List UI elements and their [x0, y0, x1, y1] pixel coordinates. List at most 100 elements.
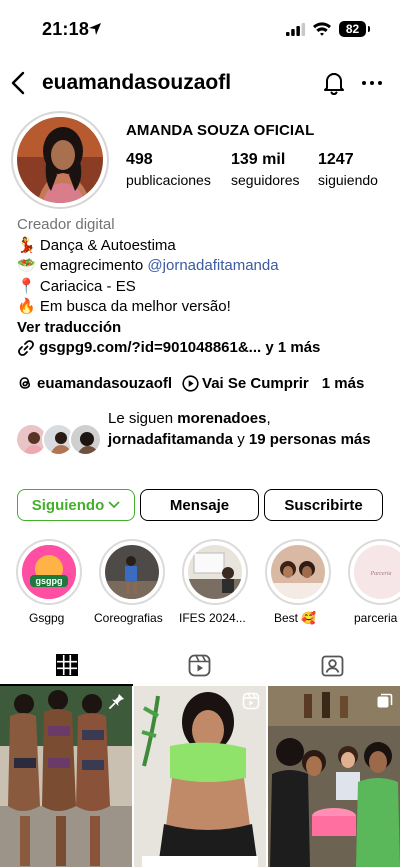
dancer-icon: 💃: [17, 236, 36, 254]
tab-tagged[interactable]: [266, 644, 399, 686]
profile-avatar-ring[interactable]: [11, 111, 109, 209]
battery-indicator: 82: [339, 21, 370, 37]
back-chevron-icon[interactable]: [8, 70, 30, 96]
display-name: AMANDA SOUZA OFICIAL: [126, 122, 315, 139]
reel-icon: [242, 692, 260, 710]
status-bar: 21:18 82: [0, 0, 400, 58]
mutual-name-1: morenadoes: [177, 410, 267, 427]
highlight-ring: [265, 539, 331, 605]
threads-handle[interactable]: euamandasouzaofl: [37, 375, 172, 392]
mutual-name-2: jornadafitamanda: [108, 431, 234, 448]
tab-posts[interactable]: [0, 644, 133, 686]
highlight-label: Gsgpg: [29, 611, 65, 625]
bio-mention-link[interactable]: @jornadafitamanda: [147, 257, 278, 274]
bio-line-2-text: emagrecimento: [39, 257, 148, 274]
mutual-count: 19 personas más: [248, 431, 371, 448]
avatar: [69, 423, 102, 456]
bio-line-1: 💃 Dança & Autoestima: [17, 236, 387, 257]
threads-reel-title[interactable]: Vai Se Cumprir: [202, 375, 309, 392]
bio-link[interactable]: gsgpg9.com/?id=901048861&... y 1 más: [17, 338, 387, 359]
play-circle-icon: [182, 374, 199, 392]
highlight-cover: Parceria: [354, 545, 400, 599]
notification-bell-icon[interactable]: [321, 70, 347, 96]
highlight-label: Best 🥰: [274, 611, 317, 625]
fire-icon: 🔥: [17, 298, 36, 315]
followers-count: 139 mil: [231, 151, 286, 168]
highlight-ifes-2024[interactable]: IFES 2024...: [179, 539, 250, 625]
highlight-gsgpg[interactable]: gsgpg Gsgpg: [16, 539, 84, 625]
mutual-followers[interactable]: Le siguen morenadoes, jornadafitamanda y…: [15, 408, 387, 470]
mutual-mid: y: [233, 431, 249, 448]
mutual-followers-text: Le siguen morenadoes, jornadafitamanda y…: [108, 408, 388, 450]
bio-link-url: gsgpg9.com/?id=901048861&...: [39, 339, 262, 356]
highlight-parceria[interactable]: Parceria parceria: [348, 539, 400, 625]
bio-line-3: 📍 Cariacica - ES: [17, 277, 387, 298]
location-pin-icon: 📍: [17, 277, 36, 295]
grid-icon: [55, 654, 78, 676]
highlight-ring: [99, 539, 165, 605]
profile-bio: Creador digital 💃 Dança & Autoestima 🥗 e…: [17, 215, 387, 359]
following-count: 1247: [318, 151, 354, 168]
posts-label: publicaciones: [126, 172, 211, 188]
bio-line-4-text: Em busca da melhor versão!: [39, 298, 231, 315]
carousel-icon: [377, 693, 393, 708]
highlight-cover: [271, 545, 325, 599]
posts-stat[interactable]: 498 publicaciones: [126, 151, 211, 188]
link-icon: [18, 340, 34, 357]
profile-tabs: [0, 644, 400, 686]
bio-line-4: 🔥 Em busca da melhor versão!: [17, 297, 387, 318]
highlight-label: Coreografias: [94, 611, 163, 625]
posts-grid: [0, 686, 400, 867]
pin-icon: [109, 694, 124, 709]
highlight-label: parceria: [354, 611, 398, 625]
highlight-ring: [182, 539, 248, 605]
highlight-cover: [188, 545, 242, 599]
highlight-cover: gsgpg: [22, 545, 76, 599]
bio-link-more: y 1 más: [261, 339, 321, 356]
wifi-icon: [313, 22, 331, 36]
following-label: Siguiendo: [31, 496, 105, 514]
highlight-ring: Parceria: [348, 539, 400, 605]
see-translation-link[interactable]: Ver traducción: [17, 318, 387, 339]
mutual-separator: ,: [266, 410, 271, 427]
following-stat[interactable]: 1247 siguiendo: [318, 151, 378, 188]
post-thumbnail-3[interactable]: [268, 686, 400, 867]
highlight-cover: [105, 545, 159, 599]
highlight-label: IFES 2024...: [179, 611, 246, 625]
header-username: euamandasouzaofl: [42, 71, 232, 94]
avatar: [17, 117, 103, 203]
profile-category: Creador digital: [17, 216, 115, 233]
bio-line-1-text: Dança & Autoestima: [39, 236, 176, 254]
post-thumbnail-2[interactable]: [134, 686, 266, 867]
threads-row: euamandasouzaofl Vai Se Cumprir 1 más: [17, 373, 387, 393]
profile-header: euamandasouzaofl: [0, 62, 400, 106]
following-button[interactable]: Siguiendo: [17, 489, 135, 521]
tab-reels[interactable]: [133, 644, 266, 686]
posts-count: 498: [126, 151, 153, 168]
tagged-icon: [321, 655, 344, 676]
followers-label: seguidores: [231, 172, 300, 188]
highlight-cover-text: Parceria: [369, 571, 391, 577]
highlight-coreografias[interactable]: Coreografias: [94, 539, 167, 625]
status-time: 21:18: [42, 19, 90, 39]
story-highlights: gsgpg Gsgpg Coreografias IFES 2024... Be…: [0, 539, 400, 631]
highlight-ring: gsgpg: [16, 539, 82, 605]
mutual-prefix: Le siguen: [108, 410, 178, 427]
subscribe-button[interactable]: Suscribirte: [264, 489, 383, 521]
bio-line-3-text: Cariacica - ES: [39, 277, 136, 295]
message-button[interactable]: Mensaje: [140, 489, 259, 521]
highlight-best[interactable]: Best 🥰: [265, 539, 333, 625]
salad-icon: 🥗: [17, 257, 36, 274]
following-label: siguiendo: [318, 172, 378, 188]
location-arrow-icon: [89, 23, 101, 35]
bio-line-2: 🥗 emagrecimento @jornadafitamanda: [17, 256, 387, 277]
mutual-avatars: [15, 423, 105, 457]
threads-icon: [19, 377, 31, 389]
post-thumbnail-1[interactable]: [0, 686, 132, 867]
more-options-icon[interactable]: [360, 70, 384, 96]
followers-stat[interactable]: 139 mil seguidores: [231, 151, 300, 188]
cellular-signal-icon: [286, 23, 306, 36]
threads-more[interactable]: 1 más: [322, 375, 365, 392]
chevron-down-icon: [108, 501, 120, 508]
reels-icon: [188, 654, 211, 676]
